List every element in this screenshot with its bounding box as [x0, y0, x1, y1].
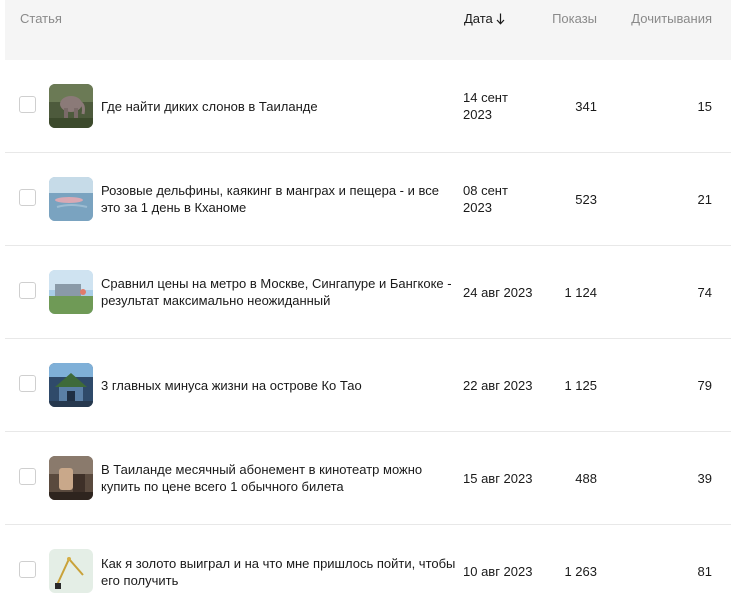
row-checkbox[interactable] [19, 561, 36, 578]
article-date: 24 авг 2023 [463, 284, 533, 300]
article-title[interactable]: Сравнил цены на метро в Москве, Сингапур… [101, 246, 461, 338]
article-thumbnail[interactable] [49, 549, 93, 593]
article-views: 488 [575, 470, 597, 486]
row-checkbox[interactable] [19, 468, 36, 485]
table-row[interactable]: 3 главных минуса жизни на острове Ко Тао… [5, 339, 731, 432]
article-reads: 81 [697, 564, 712, 579]
article-date: 15 авг 2023 [463, 470, 533, 486]
article-views: 1 124 [564, 284, 597, 300]
article-thumbnail[interactable] [49, 84, 93, 128]
article-reads: 74 [697, 284, 712, 300]
table-row[interactable]: Где найти диких слонов в Таиланде 14 сен… [5, 60, 731, 153]
article-title[interactable]: 3 главных минуса жизни на острове Ко Тао [101, 339, 461, 431]
row-checkbox[interactable] [19, 282, 36, 299]
table-row[interactable]: Розовые дельфины, каякинг в манграх и пе… [5, 153, 731, 246]
row-checkbox[interactable] [19, 375, 36, 392]
article-reads: 21 [697, 191, 712, 207]
row-checkbox[interactable] [19, 189, 36, 206]
article-views: 341 [575, 98, 597, 114]
table-row[interactable]: Как я золото выиграл и на что мне пришло… [5, 525, 731, 607]
table-header: Статья Дата Показы Дочитывания [5, 0, 731, 60]
article-reads: 15 [697, 98, 712, 114]
table-row[interactable]: Сравнил цены на метро в Москве, Сингапур… [5, 246, 731, 339]
column-header-article[interactable]: Статья [20, 11, 62, 26]
article-title[interactable]: Как я золото выиграл и на что мне пришло… [101, 525, 461, 607]
article-date: 14 сент 2023 [463, 90, 508, 122]
column-header-date-label: Дата [464, 11, 493, 26]
article-title[interactable]: Розовые дельфины, каякинг в манграх и пе… [101, 153, 461, 245]
article-date: 10 авг 2023 [463, 564, 533, 579]
article-date: 08 сент 2023 [463, 183, 508, 215]
article-date: 22 авг 2023 [463, 377, 533, 393]
article-reads: 39 [697, 470, 712, 486]
article-views: 1 263 [564, 564, 597, 579]
article-thumbnail[interactable] [49, 270, 93, 314]
article-thumbnail[interactable] [49, 363, 93, 407]
articles-table: Где найти диких слонов в Таиланде 14 сен… [5, 60, 731, 607]
column-header-reads[interactable]: Дочитывания [631, 11, 712, 26]
column-header-views[interactable]: Показы [552, 11, 597, 26]
article-thumbnail[interactable] [49, 177, 93, 221]
sort-arrow-down-icon [496, 13, 505, 25]
column-header-date[interactable]: Дата [464, 11, 505, 26]
article-title[interactable]: В Таиланде месячный абонемент в кинотеат… [101, 432, 461, 524]
article-views: 523 [575, 191, 597, 207]
table-row[interactable]: В Таиланде месячный абонемент в кинотеат… [5, 432, 731, 525]
article-reads: 79 [697, 377, 712, 393]
article-title[interactable]: Где найти диких слонов в Таиланде [101, 60, 461, 152]
article-thumbnail[interactable] [49, 456, 93, 500]
row-checkbox[interactable] [19, 96, 36, 113]
article-views: 1 125 [564, 377, 597, 393]
